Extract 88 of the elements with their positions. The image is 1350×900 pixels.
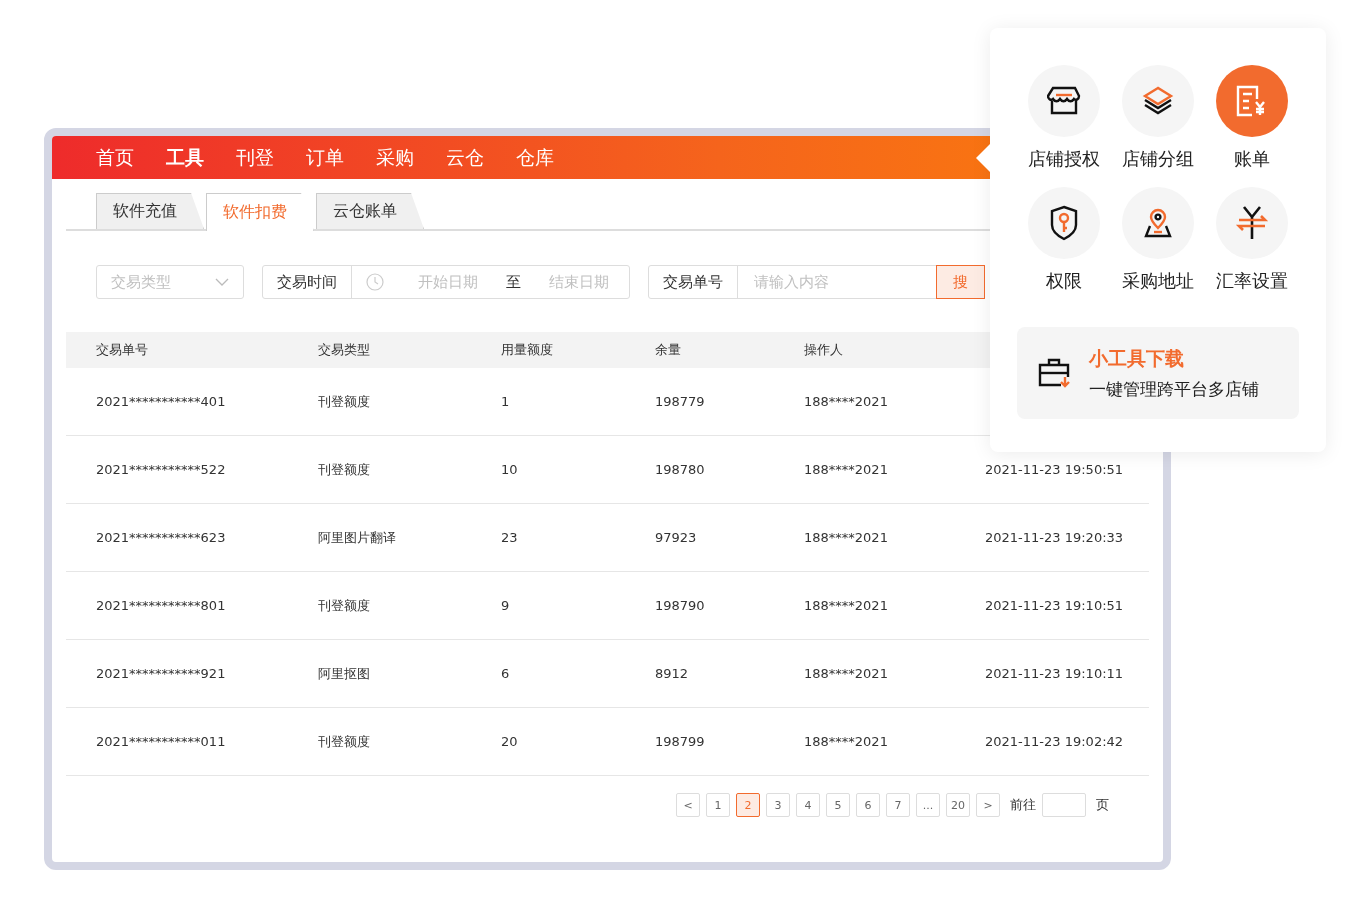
- table-cell-text: 刊登额度: [318, 460, 371, 479]
- promo-title: 小工具下载: [1089, 345, 1185, 371]
- table-cell-text: 188****2021: [804, 462, 889, 477]
- table-cell-text: 6: [501, 666, 511, 681]
- table-cell-text: 198790: [655, 598, 706, 613]
- table-cell-text: 2021-11-23 19:02:42: [985, 734, 1125, 749]
- tab[interactable]: 云仓账单: [316, 193, 424, 229]
- page-number-input[interactable]: [1042, 793, 1086, 817]
- table-cell-text: 188****2021: [804, 666, 889, 681]
- goto-label: 前往: [1010, 796, 1036, 814]
- page-suffix: 页: [1096, 796, 1109, 814]
- table-cell-text: 2021-11-23 19:10:51: [985, 598, 1125, 613]
- table-cell-text: 2021***********011: [96, 734, 227, 749]
- table-cell-text: 97923: [655, 530, 698, 545]
- table-cell-text: 2021***********401: [96, 394, 227, 409]
- order-number-input[interactable]: 请输入内容: [738, 272, 936, 292]
- table-cell-text: 20: [501, 734, 519, 749]
- page-button[interactable]: 5: [826, 793, 850, 817]
- chevron-down-icon: [215, 278, 229, 286]
- tool-label: 账单: [1234, 147, 1270, 171]
- table-cell-text: 阿里图片翻译: [318, 528, 397, 547]
- page-button[interactable]: 20: [946, 793, 970, 817]
- page-button[interactable]: 4: [796, 793, 820, 817]
- table-cell-text: 2021-11-23 19:10:11: [985, 666, 1125, 681]
- page-button[interactable]: 3: [766, 793, 790, 817]
- table-cell-text: 9: [501, 598, 511, 613]
- field-label: 交易单号: [649, 266, 738, 298]
- column-header: 余量: [655, 341, 682, 359]
- range-separator: 至: [506, 272, 521, 292]
- tool-label: 店铺分组: [1122, 147, 1194, 171]
- table-cell-text: 188****2021: [804, 394, 889, 409]
- table-cell-text: 23: [501, 530, 519, 545]
- store-icon: [1047, 86, 1081, 116]
- nav-item[interactable]: 首页: [96, 144, 134, 171]
- currency-exchange-icon: [1235, 205, 1269, 241]
- table-cell-text: 188****2021: [804, 598, 889, 613]
- table-cell-text: 2021***********522: [96, 462, 227, 477]
- tool-label: 权限: [1046, 269, 1082, 293]
- tool-label: 店铺授权: [1028, 147, 1100, 171]
- nav-item[interactable]: 订单: [306, 144, 344, 171]
- table-cell-text: 198779: [655, 394, 706, 409]
- tool-label: 采购地址: [1122, 269, 1194, 293]
- table-cell-text: 刊登额度: [318, 596, 371, 615]
- table-cell-text: 阿里抠图: [318, 664, 371, 683]
- nav-item[interactable]: 工具: [166, 144, 204, 171]
- table-cell-text: 198799: [655, 734, 706, 749]
- table-cell-text: 2021-11-23 19:50:51: [985, 462, 1125, 477]
- table-cell-text: 10: [501, 462, 519, 477]
- page-button[interactable]: 1: [706, 793, 730, 817]
- tab[interactable]: 软件扣费: [206, 193, 314, 231]
- order-number-field[interactable]: 交易单号 请输入内容 搜: [648, 265, 985, 299]
- table-cell-text: 2021-11-23 19:20:33: [985, 530, 1125, 545]
- table-cell-text: 188****2021: [804, 530, 889, 545]
- table-cell-text: 198780: [655, 462, 706, 477]
- shield-key-icon: [1049, 205, 1079, 241]
- clock-icon: [366, 273, 384, 291]
- end-date-input[interactable]: 结束日期: [529, 272, 629, 292]
- table-cell-text: 1: [501, 394, 511, 409]
- field-label: 交易时间: [263, 266, 352, 298]
- table-cell-text: 8912: [655, 666, 690, 681]
- column-header: 交易类型: [318, 341, 371, 359]
- date-range-field[interactable]: 交易时间 开始日期 至 结束日期: [262, 265, 630, 299]
- layers-icon: [1142, 86, 1174, 116]
- table-cell-text: 刊登额度: [318, 392, 371, 411]
- page-button[interactable]: 6: [856, 793, 880, 817]
- nav-item[interactable]: 仓库: [516, 144, 554, 171]
- tool-label: 汇率设置: [1216, 269, 1288, 293]
- table-cell-text: 刊登额度: [318, 732, 371, 751]
- previous-page-button[interactable]: <: [676, 793, 700, 817]
- column-header: 操作人: [804, 341, 844, 359]
- page-button[interactable]: ...: [916, 793, 940, 817]
- next-page-button[interactable]: >: [976, 793, 1000, 817]
- table-cell-text: 188****2021: [804, 734, 889, 749]
- column-header: 交易单号: [96, 341, 149, 359]
- nav-item[interactable]: 刊登: [236, 144, 274, 171]
- column-header: 用量额度: [501, 341, 554, 359]
- download-promo-card[interactable]: 小工具下载 一键管理跨平台多店铺: [1017, 327, 1299, 419]
- briefcase-download-icon: [1037, 357, 1071, 389]
- table-cell-text: 2021***********801: [96, 598, 227, 613]
- promo-subtitle: 一键管理跨平台多店铺: [1089, 377, 1259, 401]
- nav-item[interactable]: 采购: [376, 144, 414, 171]
- table-cell-text: 2021***********623: [96, 530, 227, 545]
- nav-item[interactable]: 云仓: [446, 144, 484, 171]
- tab[interactable]: 软件充值: [96, 193, 204, 229]
- table-cell-text: 2021***********921: [96, 666, 227, 681]
- page-button[interactable]: 7: [886, 793, 910, 817]
- map-pin-icon: [1142, 208, 1174, 238]
- start-date-input[interactable]: 开始日期: [398, 272, 498, 292]
